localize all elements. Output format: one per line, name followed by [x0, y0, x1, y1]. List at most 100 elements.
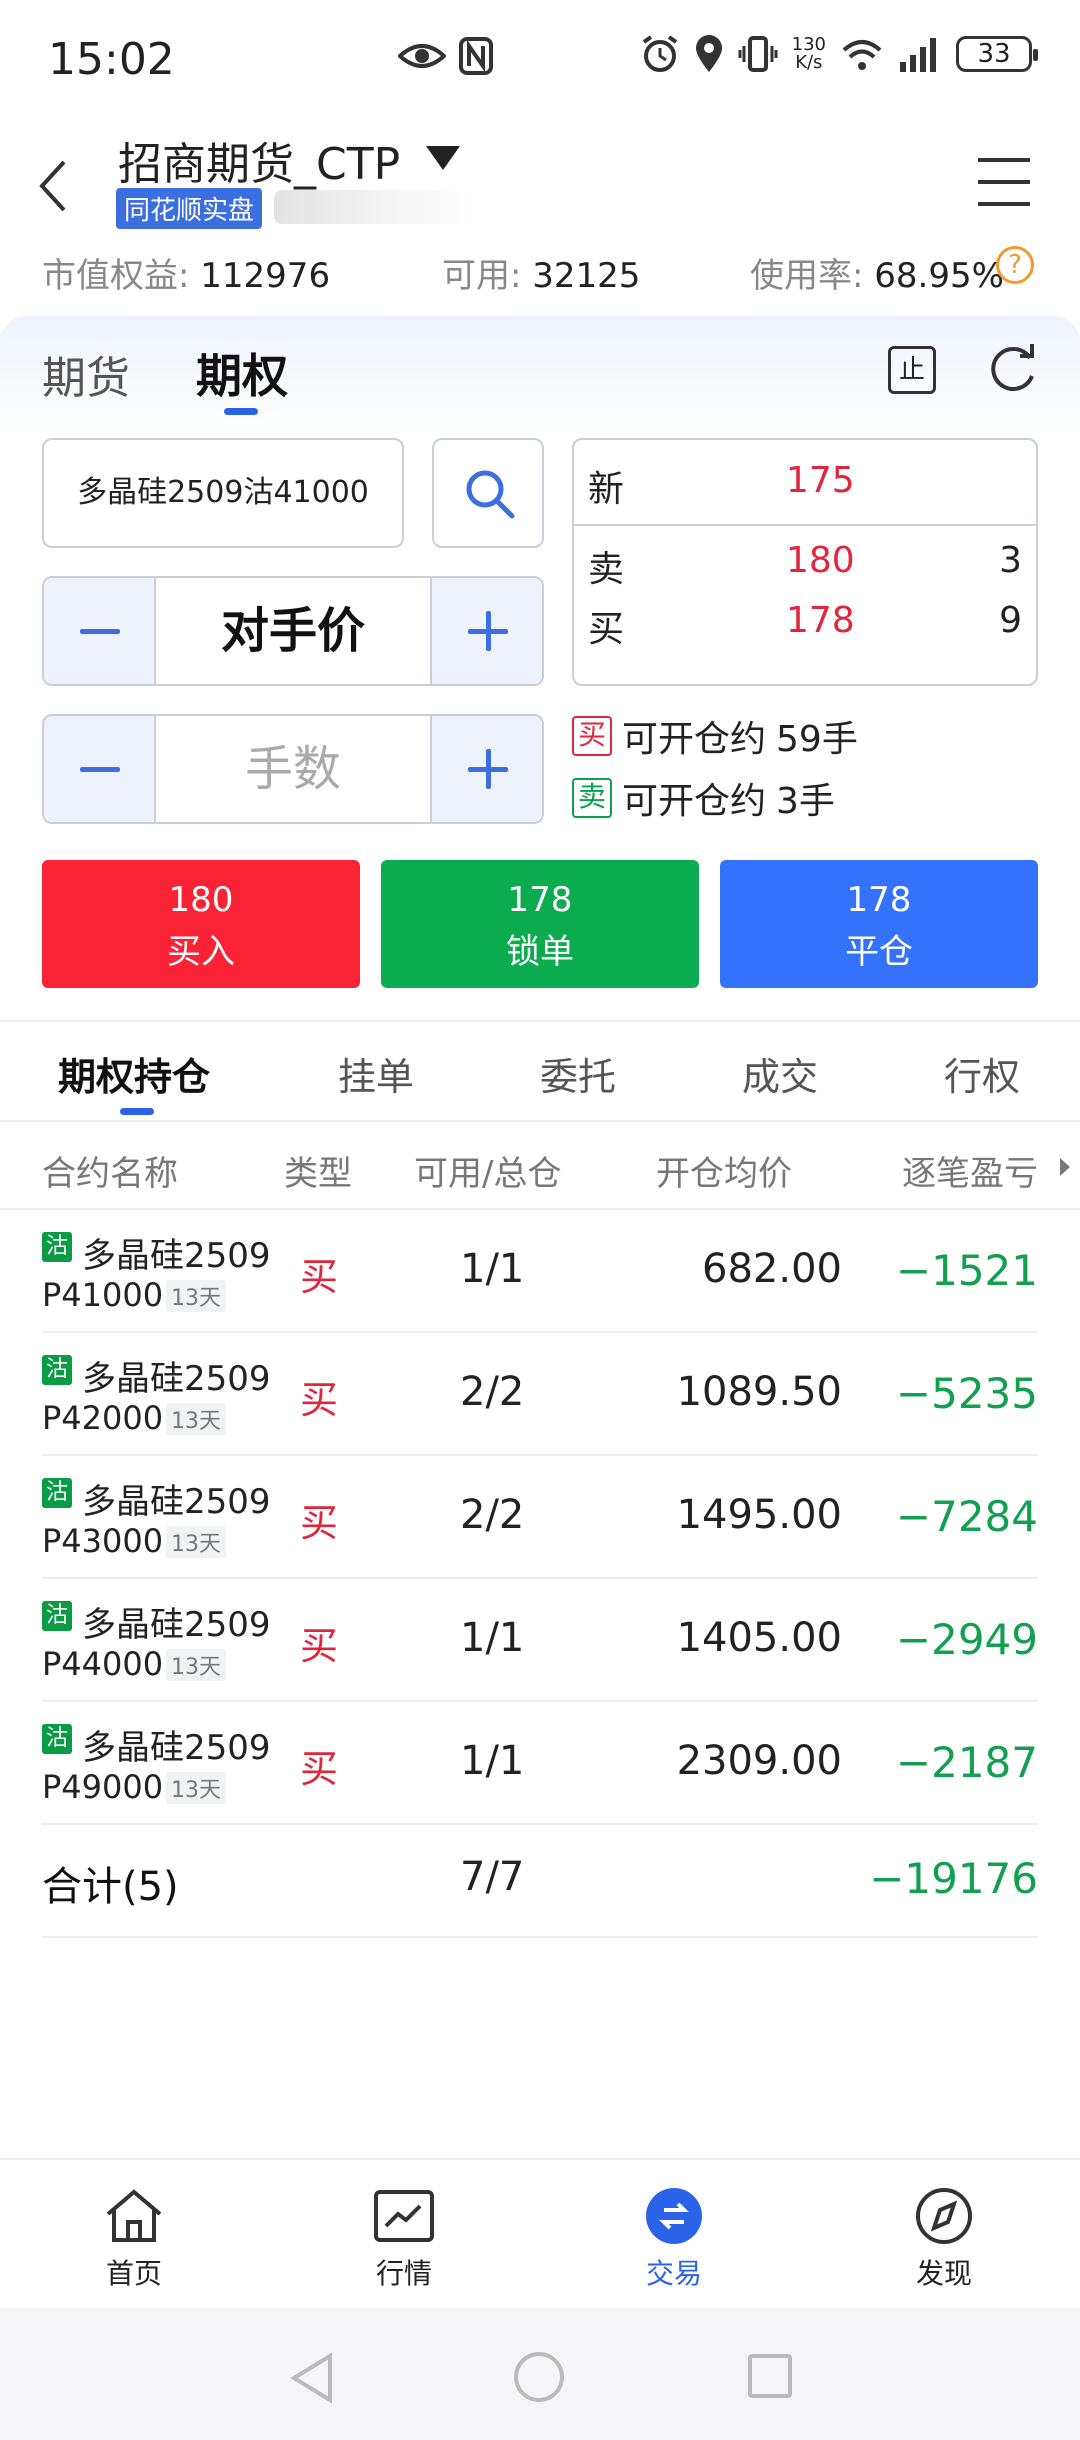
chart-icon — [374, 2190, 434, 2242]
qty-decrement-button[interactable] — [44, 716, 156, 822]
put-badge: 沽 — [42, 1601, 72, 1631]
app-header: 招商期货_CTP 同花顺实盘 — [0, 120, 1080, 240]
account-summary: 市值权益: 112976 可用: 32125 使用率: 68.95% ? — [0, 240, 1080, 296]
available-funds: 可用: 32125 — [442, 256, 641, 296]
tab-exercise[interactable]: 行权 — [944, 1046, 1020, 1101]
buy-tag: 买 — [572, 716, 612, 756]
usage-rate: 使用率: 68.95% — [750, 256, 1004, 296]
alarm-icon — [642, 35, 677, 72]
tab-orders[interactable]: 委托 — [540, 1046, 616, 1101]
bid-price[interactable]: 178 — [786, 600, 855, 641]
table-row[interactable]: 沽 多晶硅2509 P43000 13天 买 2/2 1495.00 −7284 — [42, 1456, 1038, 1579]
price-increment-button[interactable] — [430, 578, 542, 684]
quote-box: 新 175 卖 180 3 买 178 9 — [572, 438, 1038, 686]
positions-list: 沽 多晶硅2509 P41000 13天 买 1/1 682.00 −1521 … — [0, 1210, 1080, 1825]
total-qty: 7/7 — [460, 1854, 525, 1900]
col-qty[interactable]: 可用/总仓 — [414, 1146, 561, 1195]
compass-icon — [916, 2188, 972, 2244]
tab-option-positions[interactable]: 期权持仓 — [58, 1046, 210, 1101]
nav-market[interactable]: 行情 — [334, 2186, 474, 2292]
help-icon[interactable]: ? — [996, 246, 1034, 284]
table-row[interactable]: 沽 多晶硅2509 P41000 13天 买 1/1 682.00 −1521 — [42, 1210, 1038, 1333]
tab-options[interactable]: 期权 — [196, 340, 288, 406]
put-badge: 沽 — [42, 1232, 72, 1262]
col-type[interactable]: 类型 — [284, 1146, 352, 1195]
signal-icon — [900, 38, 936, 72]
bid-label: 买 — [588, 609, 625, 650]
col-pnl[interactable]: 逐笔盈亏 — [902, 1146, 1038, 1195]
total-label: 合计(5) — [42, 1864, 179, 1910]
back-icon[interactable] — [34, 156, 74, 216]
open-capacity-sell: 卖 可开仓约 3手 — [572, 772, 835, 824]
trade-icon — [646, 2188, 702, 2244]
refresh-icon[interactable] — [984, 342, 1040, 398]
days-to-expiry: 13天 — [166, 1526, 226, 1558]
days-to-expiry: 13天 — [166, 1649, 226, 1681]
positions-table-header: 合约名称 类型 可用/总仓 开仓均价 逐笔盈亏 — [0, 1122, 1080, 1210]
battery-indicator: 33 — [956, 36, 1038, 72]
last-label: 新 — [588, 469, 625, 510]
menu-icon[interactable] — [976, 156, 1032, 208]
buy-button[interactable]: 180 买入 — [42, 860, 360, 988]
eye-icon — [398, 44, 446, 68]
put-badge: 沽 — [42, 1355, 72, 1385]
last-price: 175 — [786, 460, 855, 501]
stop-order-icon[interactable]: 止 — [888, 346, 936, 394]
contract-input[interactable]: 多晶硅2509沽41000 — [42, 438, 404, 548]
status-bar: 15:02 130 K/s 33 — [0, 0, 1080, 120]
total-pnl: −19176 — [869, 1854, 1038, 1903]
price-decrement-button[interactable] — [44, 578, 156, 684]
scroll-right-icon[interactable] — [1060, 1158, 1070, 1176]
system-nav-bar — [0, 2308, 1080, 2440]
account-badge: 同花顺实盘 — [116, 188, 263, 229]
ask-volume: 3 — [999, 540, 1022, 581]
qty-increment-button[interactable] — [430, 716, 542, 822]
ask-price[interactable]: 180 — [786, 540, 855, 581]
caret-down-icon[interactable] — [424, 142, 462, 172]
tab-active-indicator — [224, 408, 258, 415]
price-stepper: 对手价 — [42, 576, 544, 686]
quantity-stepper: 手数 — [42, 714, 544, 824]
bottom-nav: 首页 行情 交易 发现 — [0, 2158, 1080, 2308]
location-icon — [695, 35, 722, 72]
table-row[interactable]: 沽 多晶硅2509 P44000 13天 买 1/1 1405.00 −2949 — [42, 1579, 1038, 1702]
bid-volume: 9 — [999, 600, 1022, 641]
days-to-expiry: 13天 — [166, 1772, 226, 1804]
system-recent-icon[interactable] — [748, 2354, 792, 2398]
table-row[interactable]: 沽 多晶硅2509 P42000 13天 买 2/2 1089.50 −5235 — [42, 1333, 1038, 1456]
status-time: 15:02 — [48, 34, 175, 85]
status-icons-left — [398, 36, 494, 76]
quantity-input[interactable]: 手数 — [156, 716, 430, 822]
lock-button[interactable]: 178 锁单 — [381, 860, 699, 988]
home-icon — [106, 2189, 162, 2242]
nfc-icon — [459, 37, 493, 75]
vibrate-icon — [738, 36, 778, 72]
system-back-icon[interactable] — [288, 2352, 336, 2404]
open-capacity-buy: 买 可开仓约 59手 — [572, 710, 858, 762]
ask-label: 卖 — [588, 549, 625, 590]
sell-tag: 卖 — [572, 778, 612, 818]
search-button[interactable] — [432, 438, 544, 548]
tab-trades[interactable]: 成交 — [742, 1046, 818, 1101]
days-to-expiry: 13天 — [166, 1403, 226, 1435]
nav-discover[interactable]: 发现 — [874, 2186, 1014, 2292]
order-panel: 期货 期权 止 多晶硅2509沽41000 对手价 手数 新 175 卖 180… — [0, 316, 1080, 1016]
table-row[interactable]: 沽 多晶硅2509 P49000 13天 买 1/1 2309.00 −2187 — [42, 1702, 1038, 1825]
tab-futures[interactable]: 期货 — [42, 342, 130, 406]
close-position-button[interactable]: 178 平仓 — [720, 860, 1038, 988]
price-mode[interactable]: 对手价 — [156, 578, 430, 684]
put-badge: 沽 — [42, 1724, 72, 1754]
status-icons-right: 130 K/s 33 — [640, 34, 1038, 74]
tab-active-indicator — [120, 1108, 154, 1115]
search-icon — [466, 470, 515, 519]
col-avg-price[interactable]: 开仓均价 — [656, 1146, 792, 1195]
put-badge: 沽 — [42, 1478, 72, 1508]
net-speed: 130 K/s — [791, 34, 826, 73]
nav-home[interactable]: 首页 — [64, 2186, 204, 2292]
broker-name[interactable]: 招商期货_CTP — [118, 128, 400, 192]
col-contract[interactable]: 合约名称 — [42, 1146, 178, 1195]
system-home-icon[interactable] — [514, 2352, 564, 2402]
nav-trade[interactable]: 交易 — [604, 2186, 744, 2292]
tab-pending-orders[interactable]: 挂单 — [338, 1046, 414, 1101]
position-tabs: 期权持仓 挂单 委托 成交 行权 — [0, 1022, 1080, 1122]
